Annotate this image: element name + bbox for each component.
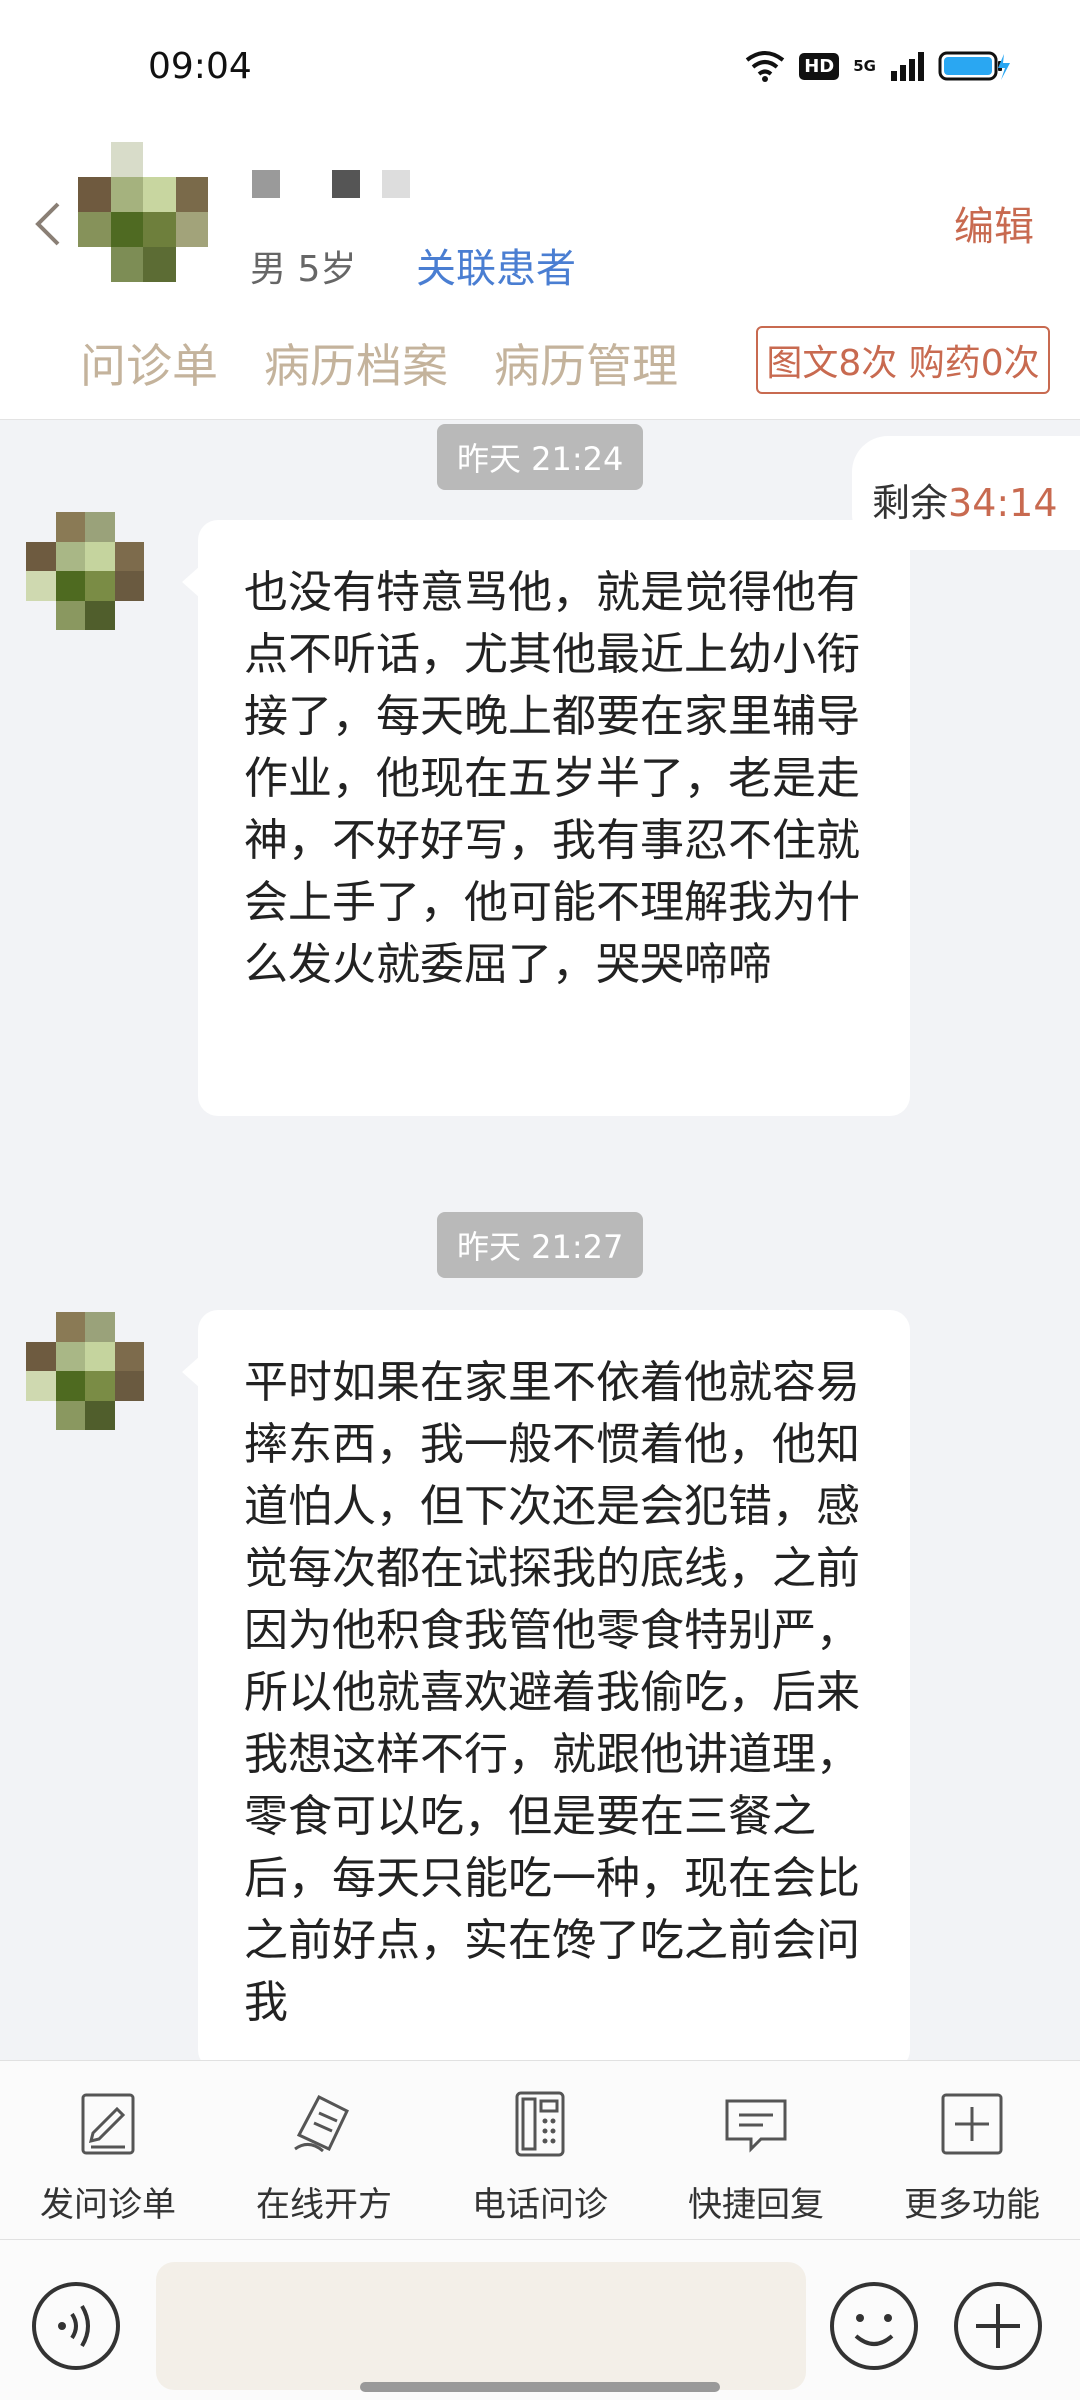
patient-avatar[interactable]	[78, 142, 208, 282]
phone-consult-icon	[515, 2091, 565, 2157]
voice-icon[interactable]	[30, 2280, 122, 2372]
action-toolbar: 发问诊单 在线开方 电话问诊 快捷回复 更多功能	[0, 2060, 1080, 2240]
more-functions-icon	[941, 2093, 1003, 2155]
network-label: 5G	[853, 56, 876, 75]
tool-label: 在线开方	[256, 2185, 392, 2225]
tab-consult-form[interactable]: 问诊单	[80, 330, 218, 396]
tool-label: 发问诊单	[40, 2185, 176, 2225]
online-prescription-button[interactable]: 在线开方	[216, 2061, 432, 2239]
battery-icon	[938, 51, 1010, 81]
tool-label: 快捷回复	[688, 2185, 824, 2225]
send-consult-form-button[interactable]: 发问诊单	[0, 2061, 216, 2239]
prescription-icon	[294, 2095, 349, 2153]
quick-reply-button[interactable]: 快捷回复	[648, 2061, 864, 2239]
status-icons: HD 5G	[745, 50, 1010, 82]
tab-medical-management[interactable]: 病历管理	[494, 330, 678, 396]
sender-avatar[interactable]	[26, 1312, 144, 1430]
message-bubble: 也没有特意骂他，就是觉得他有点不听话，尤其他最近上幼小衔接了，每天晚上都要在家里…	[182, 520, 910, 1116]
status-time: 09:04	[148, 46, 252, 87]
message-timestamp: 昨天 21:27	[437, 1212, 644, 1278]
service-count-badge[interactable]: 图文8次 购药0次	[756, 326, 1050, 394]
tool-label: 更多功能	[904, 2185, 1040, 2225]
hd-badge: HD	[799, 52, 840, 80]
plus-icon[interactable]	[952, 2280, 1044, 2372]
message-bubble: 平时如果在家里不依着他就容易摔东西，我一般不惯着他，他知道怕人，但下次还是会犯错…	[182, 1310, 910, 2070]
more-functions-button[interactable]: 更多功能	[864, 2061, 1080, 2239]
tool-label: 电话问诊	[472, 2185, 608, 2225]
remaining-label: 剩余	[872, 481, 949, 525]
signal-icon	[891, 52, 924, 81]
edit-button[interactable]: 编辑	[954, 194, 1034, 252]
message-timestamp: 昨天 21:24	[437, 424, 644, 490]
home-indicator[interactable]	[360, 2382, 720, 2392]
form-edit-icon	[81, 2093, 135, 2155]
status-bar: 09:04 HD 5G	[0, 0, 1080, 130]
back-icon[interactable]	[28, 194, 68, 254]
emoji-icon[interactable]	[828, 2280, 920, 2372]
sender-avatar[interactable]	[26, 512, 144, 630]
quick-reply-icon	[725, 2099, 787, 2153]
input-bar	[0, 2240, 1080, 2400]
link-patient-button[interactable]: 关联患者	[416, 236, 576, 294]
patient-gender-age: 男 5岁	[250, 249, 357, 290]
patient-header: 男 5岁 关联患者 编辑 问诊单 病历档案 病历管理 图文8次 购药0次	[0, 130, 1080, 420]
phone-consult-button[interactable]: 电话问诊	[432, 2061, 648, 2239]
message-input[interactable]	[156, 2262, 806, 2390]
header-tabs: 问诊单 病历档案 病历管理	[80, 330, 678, 396]
remaining-time: 34:14	[948, 481, 1058, 525]
wifi-icon	[746, 51, 785, 82]
patient-name-redacted	[252, 170, 410, 198]
tab-medical-archive[interactable]: 病历档案	[264, 330, 448, 396]
